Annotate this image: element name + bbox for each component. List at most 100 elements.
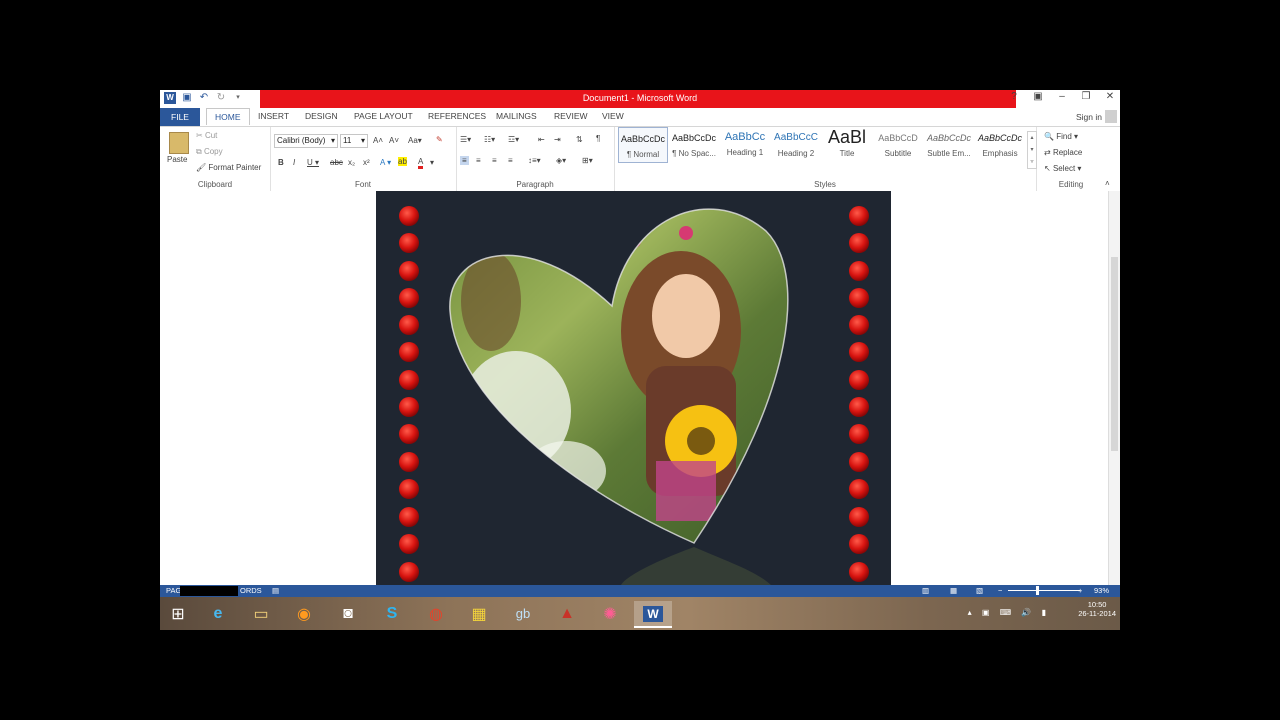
avatar[interactable]	[1105, 110, 1117, 123]
select-button[interactable]: ↖ Select ▾	[1044, 164, 1081, 173]
ribbon-display-button[interactable]: ▣	[1032, 91, 1044, 102]
zoom-out-icon[interactable]: −	[998, 586, 1002, 595]
superscript-icon[interactable]: x²	[363, 158, 370, 167]
clock[interactable]: 10:50 26-11-2014	[1078, 600, 1116, 618]
sort-icon[interactable]: ⇅	[576, 135, 583, 144]
document-page[interactable]	[160, 191, 376, 585]
paste-icon[interactable]	[169, 132, 189, 154]
zoom-slider[interactable]	[1008, 590, 1080, 591]
zoom-slider-thumb[interactable]	[1036, 586, 1039, 595]
chrome-icon[interactable]: ◍	[420, 601, 452, 626]
font-name-select[interactable]: Calibri (Body) ▾	[274, 134, 338, 148]
decrease-indent-icon[interactable]: ⇤	[538, 135, 545, 144]
style-heading-1[interactable]: AaBbCc Heading 1	[720, 127, 770, 163]
tab-file[interactable]: FILE	[160, 108, 200, 126]
vertical-scrollbar[interactable]	[1108, 191, 1120, 585]
highlight-icon[interactable]: ab	[398, 157, 407, 166]
style-no-spacing[interactable]: AaBbCcDc ¶ No Spac...	[669, 127, 719, 163]
tab-insert[interactable]: INSERT	[258, 111, 289, 121]
system-tray-icons[interactable]: ▴ ▣ ⌨ 🔊 ▮	[968, 608, 1050, 617]
align-left-icon[interactable]: ≡	[460, 156, 469, 165]
tab-design[interactable]: DESIGN	[305, 111, 338, 121]
increase-indent-icon[interactable]: ⇥	[554, 135, 561, 144]
style-name: Emphasis	[982, 149, 1018, 158]
grow-font-icon[interactable]: A˄	[373, 136, 383, 145]
heart-photo-artwork[interactable]	[376, 191, 891, 585]
tab-home[interactable]: HOME	[206, 108, 250, 125]
scrollbar-thumb[interactable]	[1111, 257, 1118, 451]
replace-button[interactable]: ⇄ Replace	[1044, 148, 1082, 157]
align-right-icon[interactable]: ≡	[492, 156, 497, 165]
numbering-icon[interactable]: ☷▾	[484, 135, 495, 144]
format-painter-button[interactable]: 🖌 Format Painter	[196, 163, 261, 172]
undo-icon[interactable]: ↶	[198, 92, 210, 104]
zoom-in-icon[interactable]: +	[1078, 586, 1082, 595]
italic-icon[interactable]: I	[293, 158, 295, 167]
cut-button[interactable]: ✂ Cut	[196, 131, 217, 140]
strikethrough-icon[interactable]: abc	[330, 158, 343, 167]
web-layout-icon[interactable]: ▧	[976, 586, 983, 595]
sign-in-link[interactable]: Sign in	[1076, 112, 1102, 122]
close-button[interactable]: ✕	[1104, 91, 1116, 102]
paste-button[interactable]: Paste	[167, 155, 187, 164]
apps-icon[interactable]: ▦	[463, 601, 495, 626]
redo-icon[interactable]: ↻	[215, 92, 227, 104]
tab-references[interactable]: REFERENCES	[428, 111, 486, 121]
tab-page-layout[interactable]: PAGE LAYOUT	[354, 111, 413, 121]
word-count[interactable]: ORDS	[240, 586, 262, 595]
bullets-icon[interactable]: ☰▾	[460, 135, 471, 144]
minimize-button[interactable]: –	[1056, 91, 1068, 102]
print-layout-icon[interactable]: ▦	[950, 586, 957, 595]
page-indicator[interactable]: PAG	[166, 586, 181, 595]
save-icon[interactable]: ▣	[181, 92, 193, 104]
multilevel-list-icon[interactable]: ☲▾	[508, 135, 519, 144]
font-color-icon[interactable]: A	[418, 157, 424, 169]
document-page-right[interactable]	[891, 191, 1108, 585]
tab-mailings[interactable]: MAILINGS	[496, 111, 537, 121]
customize-qat-icon[interactable]: ▾	[232, 92, 244, 104]
zoom-level[interactable]: 93%	[1094, 586, 1109, 595]
file-explorer-icon[interactable]: ▭	[245, 601, 277, 626]
firefox-icon[interactable]: ◉	[288, 601, 320, 626]
style-normal[interactable]: AaBbCcDc ¶ Normal	[618, 127, 668, 163]
word-taskbar-icon[interactable]: W	[634, 601, 672, 628]
justify-icon[interactable]: ≡	[508, 156, 513, 165]
shrink-font-icon[interactable]: A˅	[389, 136, 399, 145]
style-subtle-emphasis[interactable]: AaBbCcDc Subtle Em...	[924, 127, 974, 163]
start-button[interactable]: ⊞	[162, 601, 194, 626]
picasa-icon[interactable]: ✺	[594, 601, 626, 626]
media-player-icon[interactable]: ◙	[332, 601, 364, 626]
skype-icon[interactable]: S	[376, 601, 408, 626]
underline-icon[interactable]: U ▾	[307, 158, 319, 167]
align-center-icon[interactable]: ≡	[476, 156, 481, 165]
gb-app-icon[interactable]: gb	[507, 601, 539, 626]
bold-icon[interactable]: B	[278, 158, 284, 167]
line-spacing-icon[interactable]: ↕≡▾	[528, 156, 541, 165]
style-subtitle[interactable]: AaBbCcD Subtitle	[873, 127, 923, 163]
collapse-ribbon-icon[interactable]: ˄	[1105, 179, 1110, 188]
document-area[interactable]	[160, 191, 1108, 585]
read-mode-icon[interactable]: ▥	[922, 586, 929, 595]
tab-view[interactable]: VIEW	[602, 111, 624, 121]
restore-button[interactable]: ❐	[1080, 91, 1092, 102]
copy-button[interactable]: ⧉ Copy	[196, 147, 223, 157]
cut-label: Cut	[204, 131, 218, 140]
show-formatting-icon[interactable]: ¶	[596, 134, 600, 143]
style-heading-2[interactable]: AaBbCcC Heading 2	[771, 127, 821, 163]
font-size-select[interactable]: 11 ▾	[340, 134, 368, 148]
style-title[interactable]: AaBl Title	[822, 127, 872, 163]
clear-formatting-icon[interactable]: ✎	[436, 135, 443, 144]
change-case-icon[interactable]: Aa▾	[408, 136, 422, 145]
shading-icon[interactable]: ◈▾	[556, 156, 566, 165]
style-emphasis[interactable]: AaBbCcDc Emphasis	[975, 127, 1025, 163]
borders-icon[interactable]: ⊞▾	[582, 156, 593, 165]
proofing-icon[interactable]: ▤	[272, 586, 279, 595]
find-button[interactable]: 🔍 Find ▾	[1044, 132, 1078, 141]
app-icon[interactable]: ▲	[551, 601, 583, 626]
subscript-icon[interactable]: x₂	[348, 158, 355, 167]
internet-explorer-icon[interactable]: e	[202, 601, 234, 626]
text-effects-icon[interactable]: A ▾	[380, 158, 391, 167]
tab-review[interactable]: REVIEW	[554, 111, 588, 121]
help-button[interactable]: ?	[1008, 91, 1020, 102]
chevron-down-icon[interactable]: ▾	[430, 158, 434, 167]
